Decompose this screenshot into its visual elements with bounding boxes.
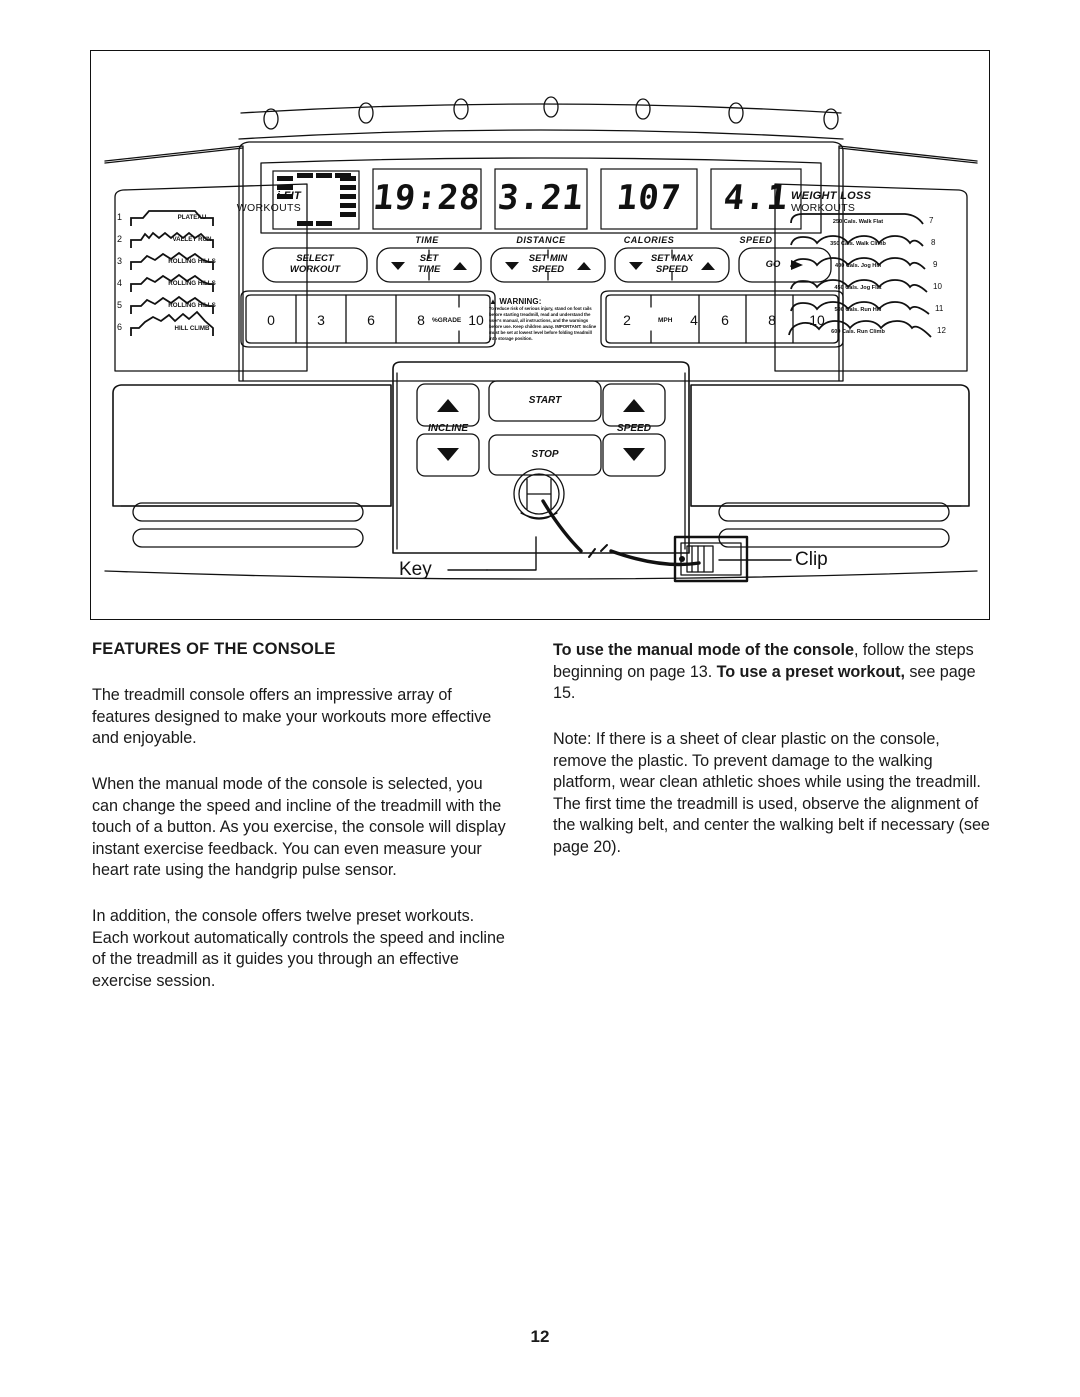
set-time-line2: TIME: [417, 263, 441, 275]
right-text-column: To use the manual mode of the console, f…: [553, 640, 993, 859]
manual-mode-bold: To use the manual mode of the console: [553, 641, 854, 659]
ifit-profile-curves: [130, 210, 214, 336]
ifit-workout-num-2: 2: [117, 234, 123, 244]
incline-value-3: 3: [317, 312, 325, 328]
weightloss-name-1: Walk Flat: [858, 219, 884, 225]
weightloss-cals-4: 450 Cals.: [834, 285, 859, 291]
weightloss-workout-1: 250 Cals. Walk Flat: [803, 219, 913, 225]
weightloss-title-line2: WORKOUTS: [791, 202, 856, 214]
ifit-workout-num-5: 5: [117, 300, 123, 310]
speed-value-2: 2: [623, 312, 631, 328]
left-paragraph-3: In addition, the console offers twelve p…: [92, 907, 505, 990]
set-min-speed-line2: SPEED: [531, 263, 565, 275]
ifit-workout-name-1: PLATEAU: [177, 214, 207, 221]
lcd-calories-value: 107: [614, 178, 684, 218]
warning-title-text: WARNING:: [499, 297, 542, 306]
go-button-label: GO: [765, 259, 781, 270]
weightloss-name-5: Run Hill: [860, 307, 882, 313]
weightloss-cals-5: 500 Cals.: [834, 307, 859, 313]
warning-triangle-icon: ▲: [489, 297, 498, 306]
select-workout-line1: SELECT: [296, 253, 334, 264]
incline-control-label: INCLINE: [428, 423, 468, 434]
lcd-time-value: 19:28: [371, 178, 483, 218]
set-max-speed-line2: SPEED: [655, 263, 689, 275]
lcd-distance-value: 3.21: [495, 178, 587, 218]
incline-unit-label: %GRADE: [432, 317, 462, 324]
ifit-workout-name-6: HILL CLIMB: [174, 325, 210, 332]
weightloss-workout-6: 600 Cals. Run Climb: [803, 329, 913, 335]
speed-value-6: 6: [721, 312, 729, 328]
select-workout-button[interactable]: SELECT WORKOUT: [263, 253, 367, 276]
preset-workout-bold: To use a preset workout,: [716, 662, 905, 681]
speed-value-10: 10: [809, 312, 825, 328]
speed-value-8: 8: [768, 312, 776, 328]
weightloss-name-6: Run Climb: [856, 329, 885, 335]
section-heading: FEATURES OF THE CONSOLE: [92, 640, 336, 658]
lcd-speed-label: SPEED: [739, 235, 773, 245]
weightloss-cals-1: 250 Cals.: [832, 219, 858, 225]
ifit-panel-title: i FIT WORKOUTS: [151, 190, 301, 214]
weightloss-num-11: 11: [935, 304, 944, 313]
page-number: 12: [530, 1327, 550, 1346]
right-paragraph-2: Note: If there is a sheet of clear plast…: [553, 729, 990, 856]
select-workout-line2: WORKOUT: [289, 263, 341, 275]
warning-body: To reduce risk of serious injury, stand …: [489, 306, 597, 342]
left-paragraph-1: The treadmill console offers an impressi…: [92, 686, 492, 748]
lcd-speed-value: 4.1: [721, 178, 791, 218]
lcd-time-label: TIME: [415, 235, 439, 245]
weightloss-cals-6: 600 Cals.: [831, 329, 856, 335]
start-button-label[interactable]: START: [489, 395, 601, 406]
set-time-button[interactable]: SET TIME: [377, 253, 481, 276]
lcd-distance-label: DISTANCE: [516, 235, 566, 245]
ifit-workout-num-6: 6: [117, 322, 123, 332]
clip-callout-label: Clip: [795, 549, 828, 570]
ifit-workout-name-5: ROLLING HILLS: [168, 302, 216, 309]
warning-title: ▲ WARNING:: [489, 297, 597, 306]
lcd-calories-label: CALORIES: [623, 235, 675, 245]
warning-label: ▲ WARNING: To reduce risk of serious inj…: [489, 297, 597, 342]
weightloss-cals-3: 400 Cals.: [834, 263, 860, 269]
weightloss-num-7: 7: [929, 216, 934, 225]
weightloss-workout-4: 450 Cals. Jog Flat: [803, 285, 913, 291]
ifit-workout-num-3: 3: [117, 256, 123, 266]
weightloss-name-4: Jog Flat: [860, 285, 882, 291]
stop-button-label[interactable]: STOP: [489, 449, 601, 460]
ifit-workout-name-4: ROLLING HILLS: [168, 280, 216, 287]
set-min-speed-button[interactable]: SET MIN SPEED: [491, 253, 605, 276]
ifit-workout-name-2: VALLEY RUN: [172, 236, 212, 243]
weightloss-workout-2: 350 Cals. Walk Climb: [803, 241, 913, 247]
console-illustration: 19:28 TIME 3.21 DISTANCE 107 CALORIES 4.…: [90, 50, 990, 620]
go-button[interactable]: GO: [735, 259, 811, 271]
set-max-speed-line1: SET MAX: [650, 253, 694, 264]
left-text-column: FEATURES OF THE CONSOLE The treadmill co…: [92, 640, 510, 993]
weightloss-num-12: 12: [937, 326, 946, 335]
set-max-speed-button[interactable]: SET MAX SPEED: [615, 253, 729, 276]
ifit-workout-name-3: ROLLING HILLS: [168, 258, 216, 265]
right-paragraph-1: To use the manual mode of the console, f…: [553, 640, 993, 705]
ifit-workout-num-4: 4: [117, 278, 123, 288]
weightloss-title-line1: WEIGHT LOSS: [791, 190, 872, 202]
weightloss-name-3: Jog Hill: [860, 263, 882, 269]
set-time-line1: SET: [419, 253, 439, 264]
set-min-speed-line1: SET MIN: [528, 253, 568, 264]
incline-value-0: 0: [267, 312, 275, 328]
incline-value-10: 10: [468, 312, 484, 328]
weightloss-workout-3: 400 Cals. Jog Hill: [803, 263, 913, 269]
ifit-workout-num-1: 1: [117, 212, 123, 222]
weightloss-cals-2: 350 Cals.: [830, 241, 855, 247]
speed-control-label: SPEED: [617, 423, 651, 434]
weightloss-num-9: 9: [933, 260, 938, 269]
ifit-title-line2: WORKOUTS: [236, 202, 301, 214]
weightloss-panel-title: WEIGHT LOSS WORKOUTS: [791, 190, 951, 214]
weightloss-num-8: 8: [931, 238, 936, 247]
speed-unit-label: MPH: [658, 317, 673, 324]
ifit-title-line1: i FIT: [276, 190, 301, 202]
weightloss-name-2: Walk Climb: [855, 241, 886, 247]
incline-value-6: 6: [367, 312, 375, 328]
weightloss-num-10: 10: [933, 282, 942, 291]
left-paragraph-2: When the manual mode of the console is s…: [92, 774, 506, 880]
speed-value-4: 4: [690, 312, 698, 328]
key-callout-label: Key: [399, 559, 432, 580]
